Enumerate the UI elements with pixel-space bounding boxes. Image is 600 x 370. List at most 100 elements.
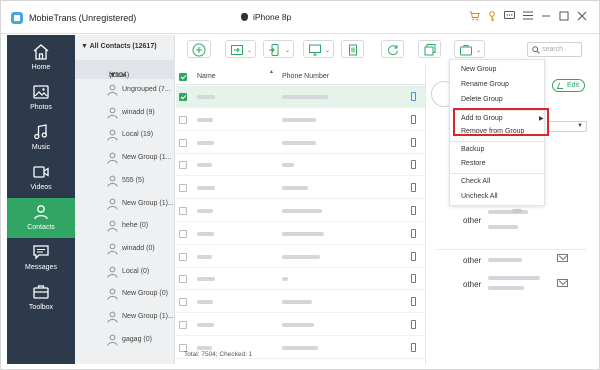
- menu-rename-group[interactable]: Rename Group: [450, 78, 546, 92]
- group-label: New Group: [122, 154, 158, 162]
- row-checkbox[interactable]: [179, 115, 187, 124]
- tree-all-label: All Contacts: [89, 43, 131, 50]
- nav-photos[interactable]: Photos: [7, 78, 75, 118]
- table-row[interactable]: [176, 200, 425, 222]
- contact-phone: [282, 140, 316, 145]
- menu-icon[interactable]: [522, 11, 534, 23]
- tree-local[interactable]: ▼ Local (7504): [75, 60, 175, 79]
- edit-button[interactable]: Edit: [552, 79, 585, 92]
- search-input[interactable]: search: [527, 42, 582, 57]
- close-icon[interactable]: [576, 11, 588, 23]
- device-name: iPhone 8p: [253, 12, 292, 22]
- nav-music[interactable]: Music: [7, 118, 75, 158]
- row-checkbox[interactable]: [179, 138, 187, 147]
- table-row[interactable]: [176, 268, 425, 291]
- row-checkbox[interactable]: [179, 161, 187, 170]
- nav-toolbox[interactable]: Toolbox: [7, 278, 75, 318]
- row-checkbox[interactable]: [179, 252, 187, 261]
- tree-group-item[interactable]: New Group (1)...: [107, 308, 175, 328]
- add-button[interactable]: [187, 40, 211, 58]
- tree-group-item[interactable]: Local (19): [107, 126, 175, 146]
- menu-backup[interactable]: Backup: [450, 143, 546, 157]
- menu-delete-group[interactable]: Delete Group: [450, 93, 546, 107]
- menu-restore[interactable]: Restore: [450, 157, 546, 171]
- row-checkbox[interactable]: [179, 275, 187, 284]
- contact-name: [197, 254, 212, 259]
- to-pc-button[interactable]: ⌄: [303, 40, 334, 58]
- pencil-icon: [556, 83, 566, 89]
- person-icon: [107, 84, 118, 96]
- row-checkbox[interactable]: [179, 321, 187, 329]
- tree-group-item[interactable]: New Group (0): [107, 285, 175, 305]
- table-row[interactable]: [176, 109, 425, 131]
- export-button[interactable]: ⌄: [263, 40, 294, 58]
- tree-group-item[interactable]: gagag (0): [107, 331, 175, 351]
- sort-asc-icon[interactable]: ▲: [269, 69, 274, 75]
- expand-icon[interactable]: ▼: [81, 43, 88, 50]
- table-row[interactable]: [176, 246, 425, 268]
- select-all-checkbox[interactable]: [179, 73, 187, 81]
- tree-group-item[interactable]: Ungrouped (7...: [107, 81, 175, 101]
- menu-uncheck-all[interactable]: Uncheck All: [450, 190, 546, 204]
- row-checkbox[interactable]: [179, 184, 187, 193]
- col-name-header[interactable]: Name: [197, 73, 216, 80]
- tree-all-count: (12617): [132, 43, 157, 50]
- table-row[interactable]: [176, 132, 425, 154]
- row-checkbox[interactable]: [179, 93, 187, 101]
- group-button[interactable]: ⌄: [454, 40, 485, 58]
- duplicate-button[interactable]: [418, 40, 441, 58]
- group-label: Ungrouped: [122, 86, 157, 93]
- import-button[interactable]: ⌄: [225, 40, 256, 58]
- menu-check-all[interactable]: Check All: [450, 175, 546, 189]
- tree-group-item[interactable]: winadd (0): [107, 240, 175, 260]
- tree-group-item[interactable]: Local (0): [107, 263, 175, 283]
- detail-value: [488, 258, 522, 262]
- tree-group-item[interactable]: 555 (5): [107, 172, 175, 192]
- cart-icon[interactable]: [468, 11, 480, 23]
- table-row[interactable]: [176, 291, 425, 314]
- nav-contacts[interactable]: Contacts: [7, 198, 75, 238]
- row-checkbox[interactable]: [179, 298, 187, 307]
- contact-phone: [282, 300, 312, 305]
- detail-value: [488, 210, 528, 214]
- tree-all-contacts[interactable]: ▼ All Contacts (12617): [81, 43, 157, 50]
- refresh-button[interactable]: [381, 40, 404, 58]
- group-count: (1)...: [159, 313, 174, 320]
- maximize-icon[interactable]: [558, 11, 570, 23]
- row-checkbox[interactable]: [179, 207, 187, 215]
- table-row[interactable]: [176, 86, 425, 108]
- table-row[interactable]: [176, 223, 425, 245]
- phone-icon: [411, 92, 416, 101]
- tree-group-item[interactable]: New Group (1)...: [107, 195, 175, 215]
- add-icon: [192, 43, 206, 57]
- tree-group-item[interactable]: hehe (0): [107, 217, 175, 237]
- chevron-down-icon: ⌄: [284, 48, 290, 54]
- delete-button[interactable]: [341, 40, 364, 58]
- tree-local-count: (7504): [109, 72, 130, 79]
- table-row[interactable]: [176, 314, 425, 336]
- nav-messages[interactable]: Messages: [7, 238, 75, 278]
- mail-icon[interactable]: [557, 254, 568, 262]
- device-selector[interactable]: iPhone 8p: [241, 12, 291, 22]
- tree-group-item[interactable]: winadd (9): [107, 104, 175, 124]
- contacts-icon: [34, 205, 48, 220]
- col-phone-header[interactable]: Phone Number: [282, 73, 329, 80]
- person-icon: [107, 266, 118, 278]
- minimize-icon[interactable]: [540, 11, 552, 23]
- table-row[interactable]: [176, 177, 425, 200]
- detail-value: [488, 225, 518, 229]
- row-checkbox[interactable]: [179, 229, 187, 238]
- tree-group-item[interactable]: New Group (1...: [107, 149, 175, 169]
- nav-videos[interactable]: Videos: [7, 158, 75, 198]
- table-row[interactable]: [176, 154, 425, 177]
- nav-home[interactable]: Home: [7, 38, 75, 78]
- mail-icon[interactable]: [557, 279, 568, 287]
- toolbox-icon: [33, 285, 49, 299]
- key-icon[interactable]: [486, 11, 498, 23]
- phone-icon: [411, 137, 416, 147]
- feedback-icon[interactable]: [503, 11, 515, 23]
- chevron-down-icon: ⌄: [324, 48, 330, 54]
- field-type-dropdown[interactable]: ▼: [547, 121, 587, 132]
- chevron-down-icon: ⌄: [246, 48, 252, 54]
- menu-new-group[interactable]: New Group: [450, 63, 546, 77]
